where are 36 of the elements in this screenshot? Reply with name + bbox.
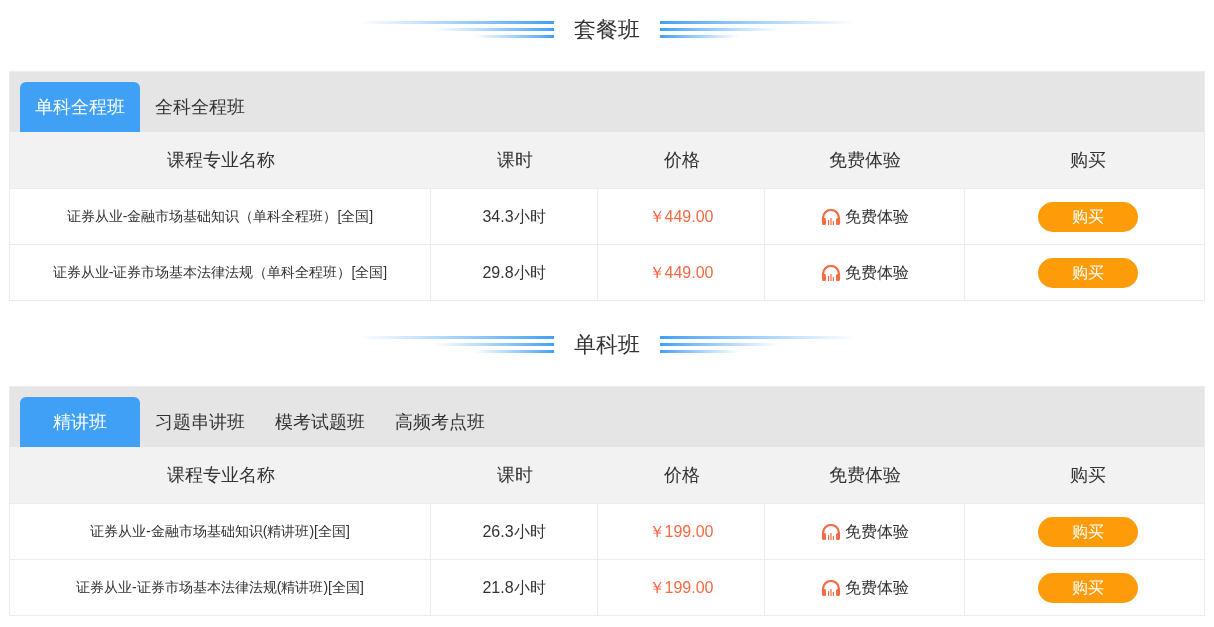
course-hours: 29.8小时	[482, 262, 546, 283]
tab[interactable]: 高频考点班	[380, 397, 500, 447]
course-price: ￥449.00	[648, 206, 714, 227]
free-trial-link[interactable]: 免费体验	[820, 519, 909, 544]
section-title: 套餐班	[574, 15, 640, 44]
course-hours: 21.8小时	[482, 577, 546, 598]
course-name: 证券从业-证券市场基本法律法规(精讲班)[全国]	[76, 578, 364, 597]
column-header: 课程专业名称	[166, 148, 275, 172]
course-hours: 26.3小时	[482, 521, 546, 542]
free-trial-link[interactable]: 免费体验	[820, 260, 909, 285]
column-header: 课程专业名称	[166, 463, 275, 487]
free-trial-link[interactable]: 免费体验	[820, 204, 909, 229]
course-name: 证券从业-金融市场基础知识（单科全程班）[全国]	[66, 207, 374, 226]
column-header: 免费体验	[829, 463, 901, 487]
tab[interactable]: 全科全程班	[140, 82, 260, 132]
column-header: 购买	[1069, 148, 1106, 172]
column-header: 课时	[496, 148, 533, 172]
headphones-icon	[820, 523, 841, 540]
course-hours: 34.3小时	[482, 206, 546, 227]
course-price: ￥449.00	[648, 262, 714, 283]
column-header: 购买	[1069, 463, 1106, 487]
column-header: 免费体验	[829, 148, 901, 172]
free-trial-link[interactable]: 免费体验	[820, 575, 909, 600]
course-name: 证券从业-证券市场基本法律法规（单科全程班）[全国]	[52, 263, 388, 282]
tab[interactable]: 习题串讲班	[140, 397, 260, 447]
course-name: 证券从业-金融市场基础知识(精讲班)[全国]	[90, 522, 350, 541]
course-price: ￥199.00	[648, 577, 714, 598]
column-header: 价格	[663, 463, 700, 487]
headphones-icon	[820, 579, 841, 596]
headphones-icon	[820, 264, 841, 281]
column-header: 价格	[663, 148, 700, 172]
headphones-icon	[820, 208, 841, 225]
section-title: 单科班	[574, 330, 640, 359]
tab[interactable]: 模考试题班	[260, 397, 380, 447]
course-price: ￥199.00	[648, 521, 714, 542]
column-header: 课时	[496, 463, 533, 487]
